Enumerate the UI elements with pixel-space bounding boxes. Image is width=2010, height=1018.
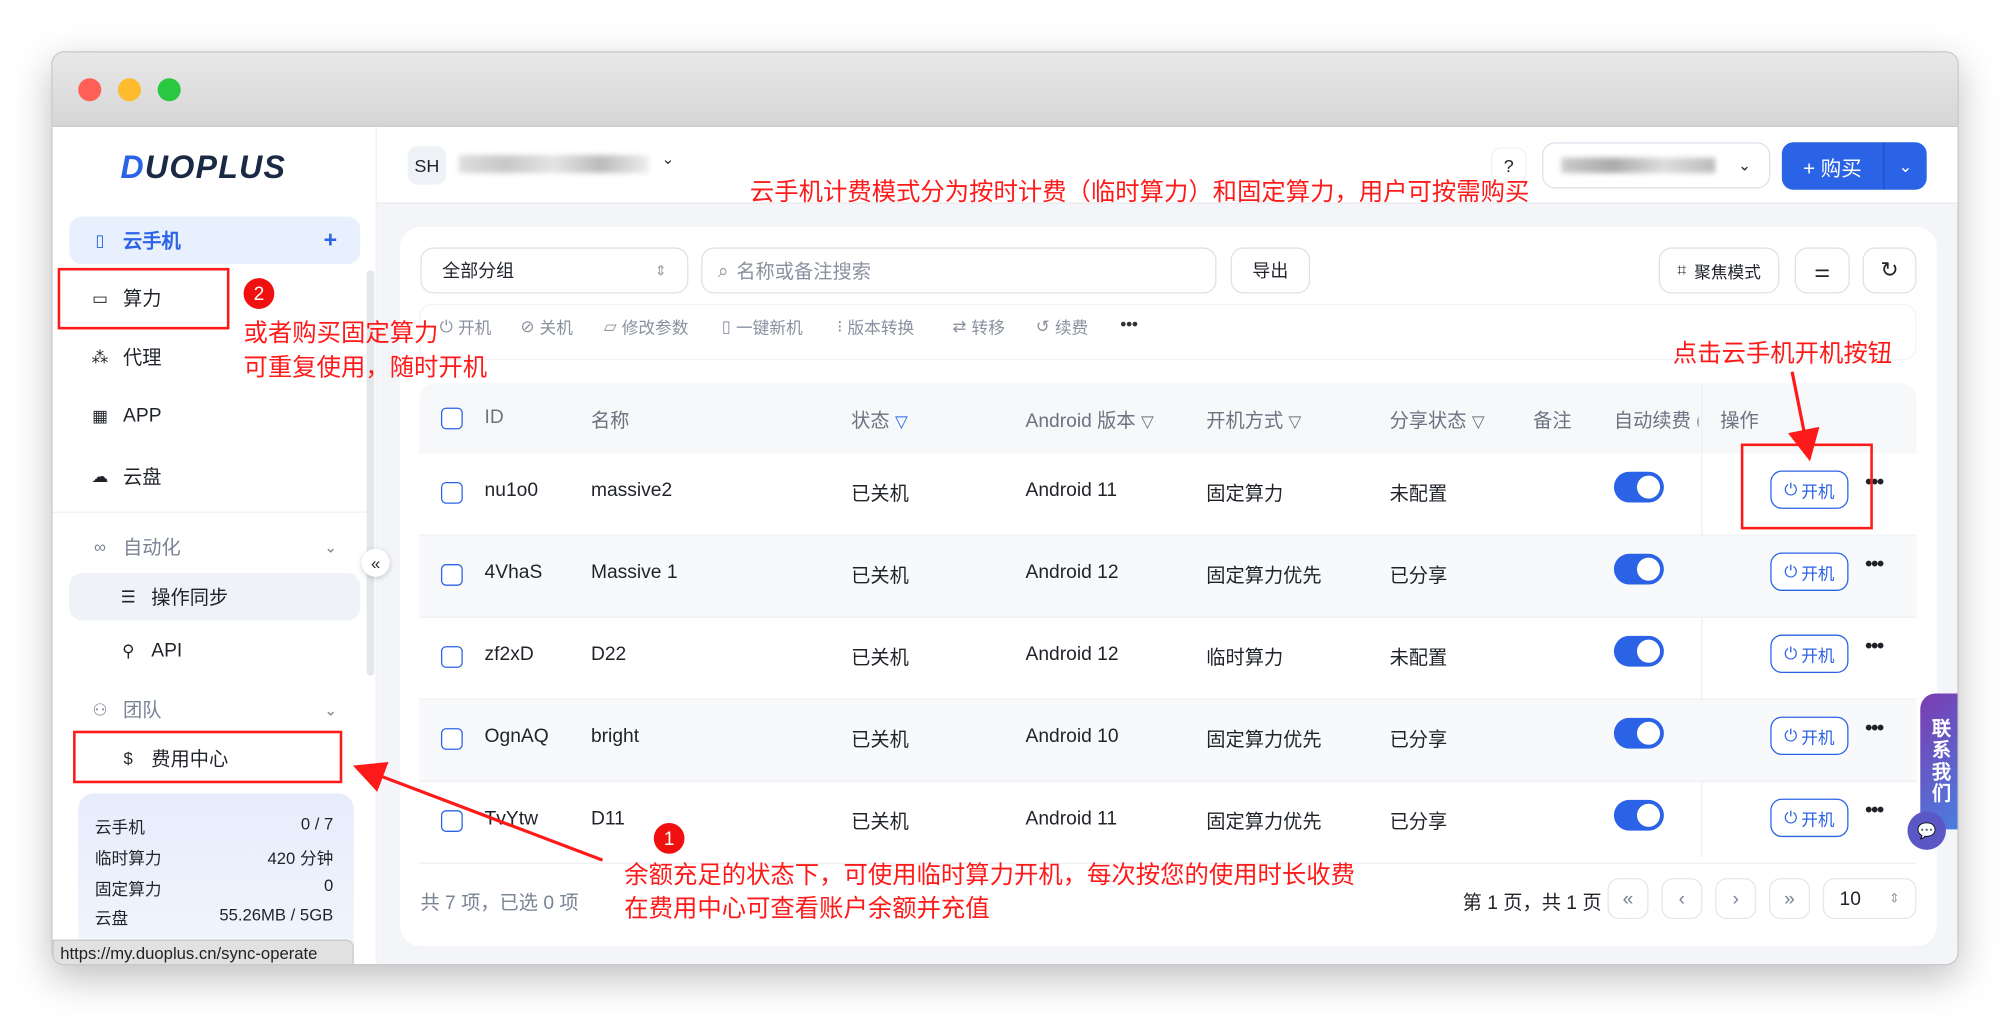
arrow-to-power-on <box>1788 371 1820 462</box>
annotation-arrows <box>352 371 1820 862</box>
arrow-to-billing <box>352 761 604 862</box>
